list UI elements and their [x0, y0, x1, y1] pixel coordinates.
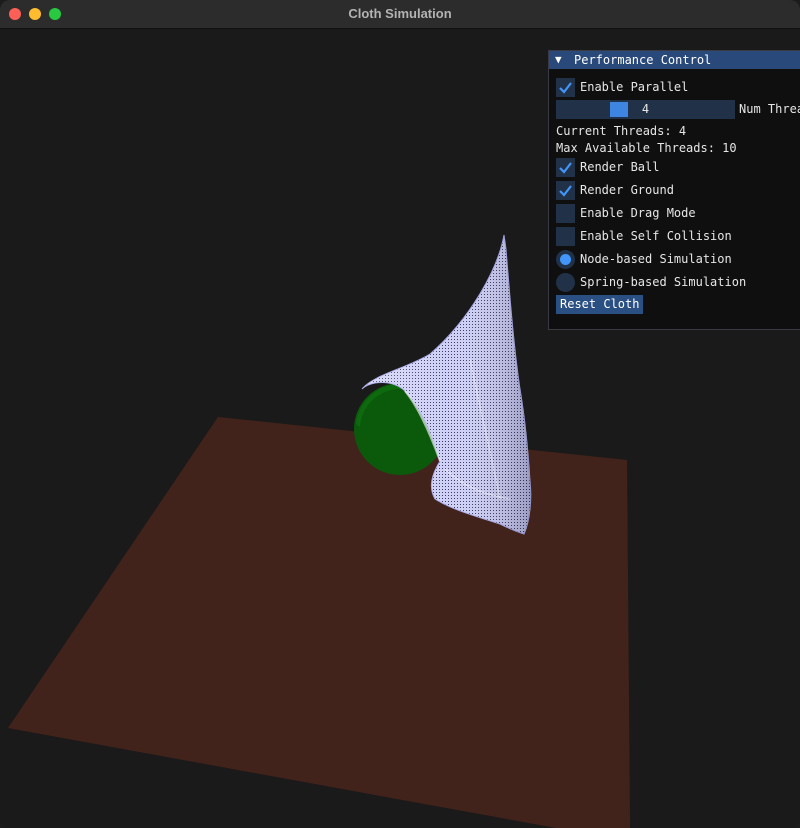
drag-mode-label: Enable Drag Mode	[580, 206, 696, 220]
check-icon	[559, 162, 572, 174]
ground-plane	[8, 417, 630, 828]
slider-value: 4	[641, 102, 650, 116]
num-threads-slider[interactable]: 4	[556, 100, 735, 119]
current-threads-text: Current Threads: 4	[556, 124, 687, 138]
checkbox-box[interactable]	[556, 204, 575, 223]
checkbox-box[interactable]	[556, 78, 575, 97]
panel-header[interactable]: ▼ Performance Control	[549, 51, 800, 69]
window-title: Cloth Simulation	[348, 6, 452, 21]
radio-selected-dot	[560, 254, 571, 265]
radio-button[interactable]	[556, 250, 575, 269]
check-icon	[559, 82, 572, 94]
collapse-triangle-icon[interactable]: ▼	[555, 53, 562, 66]
app-window: Cloth Simulation ▼ Performance Control E…	[0, 0, 800, 828]
check-icon	[559, 185, 572, 197]
performance-control-panel: ▼ Performance Control Enable Parallel 4 …	[548, 50, 800, 330]
render-ground-label: Render Ground	[580, 183, 674, 197]
render-ball-label: Render Ball	[580, 160, 660, 174]
panel-title: Performance Control	[574, 53, 712, 67]
num-threads-label: Num Threads	[739, 102, 800, 116]
checkbox-box[interactable]	[556, 158, 575, 177]
node-based-label: Node-based Simulation	[580, 252, 732, 266]
enable-parallel-label: Enable Parallel	[580, 80, 689, 94]
checkbox-box[interactable]	[556, 181, 575, 200]
checkbox-box[interactable]	[556, 227, 575, 246]
max-threads-text: Max Available Threads: 10	[556, 141, 737, 155]
spring-based-label: Spring-based Simulation	[580, 275, 747, 289]
self-collision-label: Enable Self Collision	[580, 229, 732, 243]
radio-button[interactable]	[556, 273, 575, 292]
reset-cloth-button[interactable]: Reset Cloth	[556, 295, 644, 314]
title-bar: Cloth Simulation	[0, 0, 800, 29]
